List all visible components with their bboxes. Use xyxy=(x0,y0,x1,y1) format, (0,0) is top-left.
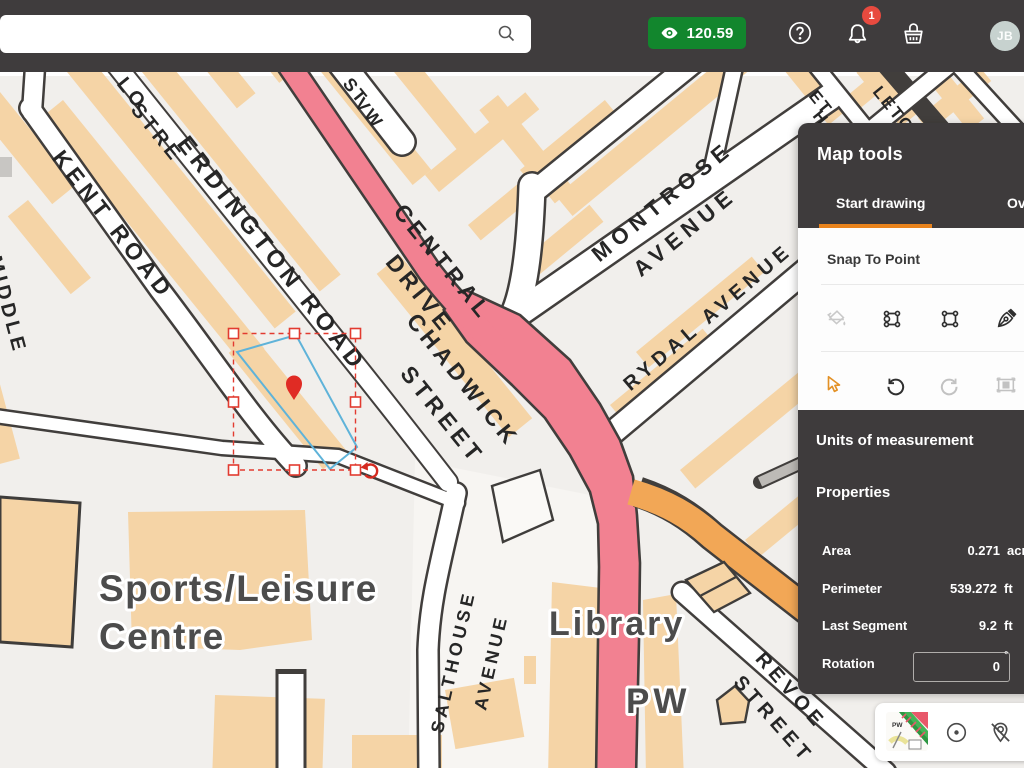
svg-text:Centre: Centre xyxy=(99,616,225,657)
svg-text:PW: PW xyxy=(892,722,903,729)
svg-text:Sports/Leisure: Sports/Leisure xyxy=(99,568,378,609)
svg-text:Library: Library xyxy=(549,605,685,643)
svg-text:PW: PW xyxy=(626,682,690,721)
